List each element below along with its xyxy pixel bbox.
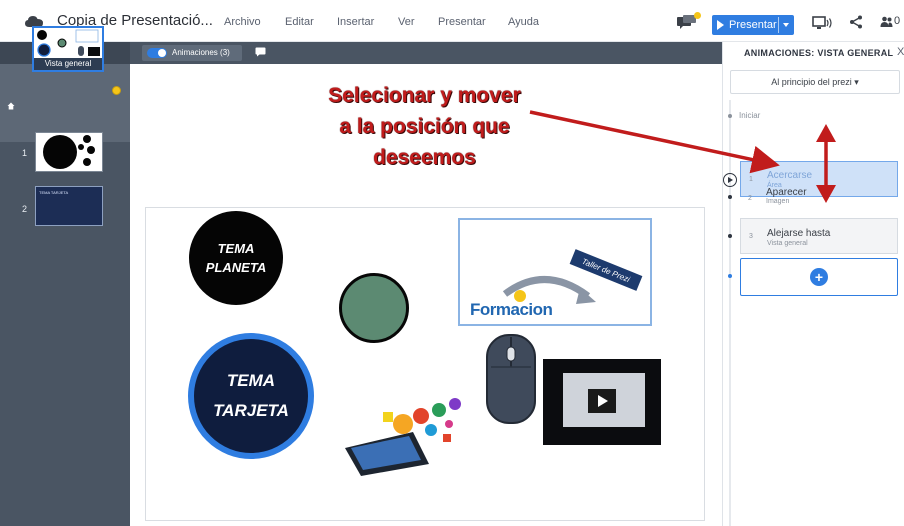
step-number: 1 xyxy=(749,176,753,183)
tarjeta-line-2: TARJETA xyxy=(213,401,289,420)
prezi-editor: Copia de Presentació... Archivo Editar I… xyxy=(0,0,904,526)
menu-ver[interactable]: Ver xyxy=(398,16,415,28)
play-marker-icon[interactable] xyxy=(723,173,737,187)
animation-step-3[interactable]: 3 Alejarse hasta Vista general xyxy=(740,218,898,254)
timeline-dot xyxy=(728,114,732,118)
menu-insertar[interactable]: Insertar xyxy=(337,16,374,28)
top-bar: Copia de Presentació... Archivo Editar I… xyxy=(0,0,904,42)
users-icon xyxy=(880,16,893,27)
formacion-image[interactable]: Formacion Taller de Prezi xyxy=(458,218,652,326)
slide-number-2: 2 xyxy=(22,204,28,214)
formacion-text: Formacion xyxy=(470,300,553,319)
video-play-icon[interactable] xyxy=(588,389,616,413)
animations-label: Animaciones (3) xyxy=(172,48,230,57)
callout-line-3: deseemos xyxy=(373,146,476,169)
menu-archivo[interactable]: Archivo xyxy=(224,16,261,28)
slides-sidebar: Vista general 1 2 xyxy=(0,42,130,526)
panel-title: ANIMACIONES: VISTA GENERAL xyxy=(744,48,894,58)
timeline-dot xyxy=(728,274,732,278)
step-subtitle: Imagen xyxy=(766,198,790,205)
animations-toggle[interactable]: Animaciones (3) xyxy=(142,45,242,61)
animation-step-2[interactable]: 2 Aparecer Imagen xyxy=(740,187,898,210)
step-title: Alejarse hasta xyxy=(767,228,831,239)
step-title: Aparecer xyxy=(766,187,807,198)
step-number: 2 xyxy=(748,195,752,202)
present-button[interactable]: Presentar xyxy=(712,15,794,35)
overview-thumb-label: Vista general xyxy=(34,58,102,70)
topic-tarjeta[interactable]: TEMA TARJETA xyxy=(188,333,314,459)
timeline-dot xyxy=(728,195,732,199)
notification-dot xyxy=(694,12,701,19)
menu-editar[interactable]: Editar xyxy=(285,16,314,28)
visibility-dot[interactable] xyxy=(112,86,121,95)
comment-icon[interactable] xyxy=(255,47,266,57)
present-divider xyxy=(778,17,779,33)
play-icon xyxy=(717,20,724,30)
plus-icon: + xyxy=(810,268,828,286)
overview-preview xyxy=(37,29,100,57)
thumbnail-slide-2[interactable]: TEMA TARJETA xyxy=(35,186,103,226)
topic-planeta[interactable]: TEMA PLANETA xyxy=(189,211,283,305)
menu-presentar[interactable]: Presentar xyxy=(438,16,486,28)
instruction-callout: Selecionar y mover a la posición que des… xyxy=(292,80,557,173)
planeta-line-1: TEMA xyxy=(217,241,255,256)
toggle-knob xyxy=(158,49,166,57)
menu-ayuda[interactable]: Ayuda xyxy=(508,16,539,28)
computer-mouse-image[interactable] xyxy=(485,333,537,425)
slide-2-thumb-text: TEMA TARJETA xyxy=(39,190,69,195)
slide-number-1: 1 xyxy=(22,148,28,158)
thumbnail-overview[interactable]: Vista general xyxy=(32,26,104,72)
tarjeta-line-1: TEMA xyxy=(226,371,276,390)
video-image[interactable] xyxy=(543,359,661,445)
toggle-switch[interactable] xyxy=(147,48,167,58)
timeline-rail xyxy=(729,100,731,526)
step-subtitle: Vista general xyxy=(767,240,808,247)
callout-line-2: a la posición que xyxy=(339,115,510,138)
screen-sound-icon[interactable] xyxy=(812,16,834,30)
chevron-down-icon[interactable] xyxy=(783,23,789,27)
green-circle[interactable] xyxy=(339,273,409,343)
timeline-dot xyxy=(728,234,732,238)
sidebar-item-overview[interactable] xyxy=(0,64,130,142)
step-number: 3 xyxy=(749,233,753,240)
tech-collage-image[interactable] xyxy=(343,392,473,478)
close-icon[interactable]: X xyxy=(897,46,904,58)
thumbnail-slide-1[interactable] xyxy=(35,132,103,172)
start-trigger-select[interactable]: Al principio del prezi ▾ xyxy=(730,70,900,94)
add-animation-button[interactable]: + xyxy=(740,258,898,296)
home-icon xyxy=(7,102,15,110)
step-title: Acercarse xyxy=(767,170,813,181)
start-label: Iniciar xyxy=(739,111,761,120)
users-count: 0 xyxy=(894,15,901,27)
slide-1-preview xyxy=(43,135,95,169)
share-icon[interactable] xyxy=(849,15,863,29)
planeta-line-2: PLANETA xyxy=(205,260,267,275)
callout-line-1: Selecionar y mover xyxy=(328,84,521,107)
present-label: Presentar xyxy=(729,19,777,31)
collaborators[interactable]: 0 xyxy=(880,15,904,29)
